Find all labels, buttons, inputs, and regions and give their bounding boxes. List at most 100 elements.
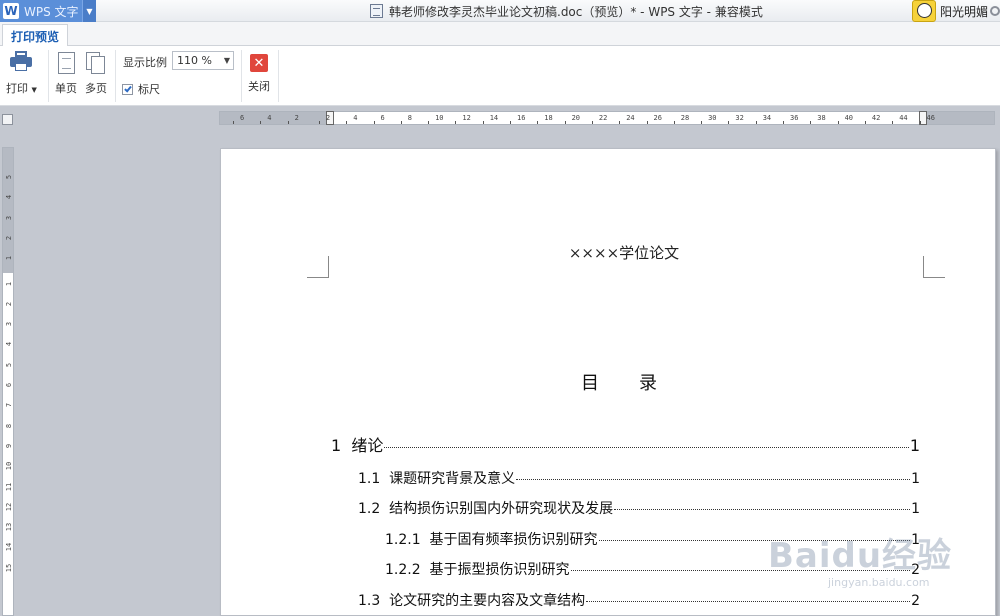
ruler-tick-label: 4 [267, 114, 272, 122]
vertical-ruler[interactable]: 5 4 3 2 1 1 2 3 4 5 6 7 8 9 10 11 12 13 14 15 [2, 147, 14, 616]
ruler-tick-label: 22 [598, 114, 608, 122]
toc-entry-label: 绪论 [351, 436, 384, 455]
ruler-tick-mark [510, 121, 511, 124]
zoom-select[interactable]: 110 % ▼ [172, 51, 234, 70]
ruler-tick-label: 1 [5, 256, 13, 261]
ruler-tick-label: 6 [380, 114, 385, 122]
ruler-tick-label: 24 [626, 114, 635, 122]
print-dropdown-icon[interactable]: ▼ [32, 86, 37, 94]
baidu-watermark: Baidu经验 jingyan.baidu.com [760, 510, 990, 600]
toc-entry-label: 论文研究的主要内容及文章结构 [389, 593, 586, 609]
horizontal-ruler[interactable]: 6 4 2 2 4 6 8 10 12 14 16 18 20 22 24 26 28 30 32 34 36 38 40 4… [219, 111, 995, 125]
user-account[interactable]: 阳光明媚 [912, 0, 1000, 22]
ruler-tick-label: 3 [5, 215, 13, 220]
ruler-tick-mark [373, 121, 375, 124]
close-label: 关闭 [248, 80, 270, 93]
ruler-tick-mark [591, 121, 593, 124]
close-icon: ✕ [250, 54, 268, 72]
avatar[interactable] [912, 0, 936, 22]
ruler-tick-mark [564, 121, 566, 124]
toc-entry-number: 1.2.1 [385, 532, 430, 548]
ruler-tick-label: 2 [294, 114, 299, 122]
window-title: 韩老师修改李灵杰毕业论文初稿.doc（预览）* - WPS 文字 - 兼容模式 [370, 0, 763, 22]
ruler-tick-mark [728, 121, 730, 124]
ruler-tick-label: 1 [5, 281, 13, 286]
ruler-tick-label: 16 [517, 114, 526, 122]
ruler-tick-label: 8 [5, 423, 13, 428]
ruler-corner-button[interactable] [2, 114, 13, 125]
printer-icon [9, 51, 33, 73]
single-page-icon [57, 52, 75, 74]
toc-entry[interactable]: 1 绪论 1 [331, 432, 920, 456]
toc-title: 目录 [221, 369, 997, 395]
ruler-tick-label: 10 [5, 461, 13, 471]
wps-logo-icon: W [3, 3, 19, 19]
ruler-tick-label: 46 [926, 114, 935, 122]
ruler-label: 标尺 [138, 83, 160, 96]
user-name[interactable]: 阳光明媚 [940, 3, 988, 20]
close-preview-button[interactable]: ✕ 关闭 [248, 46, 270, 94]
multi-page-button[interactable]: 多页 [85, 46, 107, 96]
ruler-tick-label: 5 [5, 174, 13, 180]
ruler-toggle[interactable]: 标尺 [122, 81, 160, 97]
toc-dot-leader [516, 479, 911, 480]
toc-entry-page: 1 [909, 436, 920, 455]
multi-page-icon [86, 52, 106, 74]
ruler-tick-mark [287, 121, 289, 124]
ruler-tick-label: 12 [5, 502, 13, 512]
ruler-tick-mark [864, 121, 866, 124]
ruler-tick-label: 10 [435, 114, 444, 122]
ruler-tick-mark [233, 121, 234, 124]
settings-icon[interactable] [990, 6, 1000, 16]
toc-dot-leader [586, 601, 911, 602]
toc-entry-number: 1.3 [358, 593, 390, 609]
ruler-tick-mark [619, 121, 621, 124]
ruler-tick-mark [837, 121, 839, 124]
toc-dot-leader [384, 447, 909, 448]
print-preview-toolbar: 打印 ▼ 单页 多页 显示比例 110 % ▼ 标尺 ✕ 关闭 [0, 46, 1000, 106]
toc-entry-label: 基于固有频率损伤识别研究 [429, 532, 598, 548]
ruler-tick-label: 14 [5, 543, 13, 552]
ruler-tick-label: 26 [653, 114, 662, 122]
single-page-label: 单页 [55, 82, 77, 95]
app-menu-button[interactable]: W WPS 文字 ▼ [0, 0, 96, 22]
ruler-tick-mark [318, 121, 320, 124]
ruler-tick-label: 4 [353, 114, 358, 122]
single-page-button[interactable]: 单页 [55, 46, 77, 96]
ruler-tick-mark [755, 121, 757, 124]
toc-entry-page: 1 [911, 471, 920, 487]
toc-title-char: 录 [639, 373, 657, 394]
ruler-tick-label: 6 [5, 382, 13, 388]
ruler-tick-label: 40 [844, 114, 854, 122]
print-label: 打印 [6, 82, 28, 95]
ruler-tick-label: 3 [5, 321, 13, 327]
ruler-tick-mark [673, 121, 675, 124]
document-icon [370, 4, 383, 18]
ruler-tick-label: 38 [817, 114, 826, 122]
print-button[interactable]: 打印 ▼ [6, 46, 37, 96]
app-menu-dropdown-icon[interactable]: ▼ [82, 0, 96, 22]
ruler-tick-mark [810, 121, 812, 124]
ruler-tick-mark [260, 121, 262, 124]
ruler-tick-label: 14 [489, 114, 499, 122]
ruler-tick-label: 36 [790, 114, 799, 122]
tab-print-preview[interactable]: 打印预览 [2, 24, 68, 47]
toc-entry-number: 1.1 [358, 471, 390, 487]
ruler-tick-mark [646, 121, 648, 124]
ruler-tick-label: 8 [407, 114, 413, 122]
ribbon-tab-row: 打印预览 [0, 22, 1000, 47]
toc-entry-label: 课题研究背景及意义 [389, 471, 516, 487]
chevron-down-icon[interactable]: ▼ [224, 56, 230, 65]
page-header: ××××学位论文 [568, 244, 680, 262]
toc-entry[interactable]: 1.1 课题研究背景及意义 1 [358, 468, 920, 488]
ruler-tick-mark [455, 121, 457, 124]
ruler-checkbox[interactable] [122, 83, 133, 95]
ruler-tick-label: 18 [544, 114, 553, 122]
toolbar-separator [115, 50, 116, 102]
ruler-tick-label: 12 [462, 114, 471, 122]
ruler-tick-mark [537, 121, 539, 124]
ruler-tick-label: 4 [5, 342, 13, 347]
toc-entry-number: 1 [331, 436, 352, 455]
watermark-url: jingyan.baidu.com [828, 576, 930, 589]
ruler-tick-mark [892, 121, 894, 124]
